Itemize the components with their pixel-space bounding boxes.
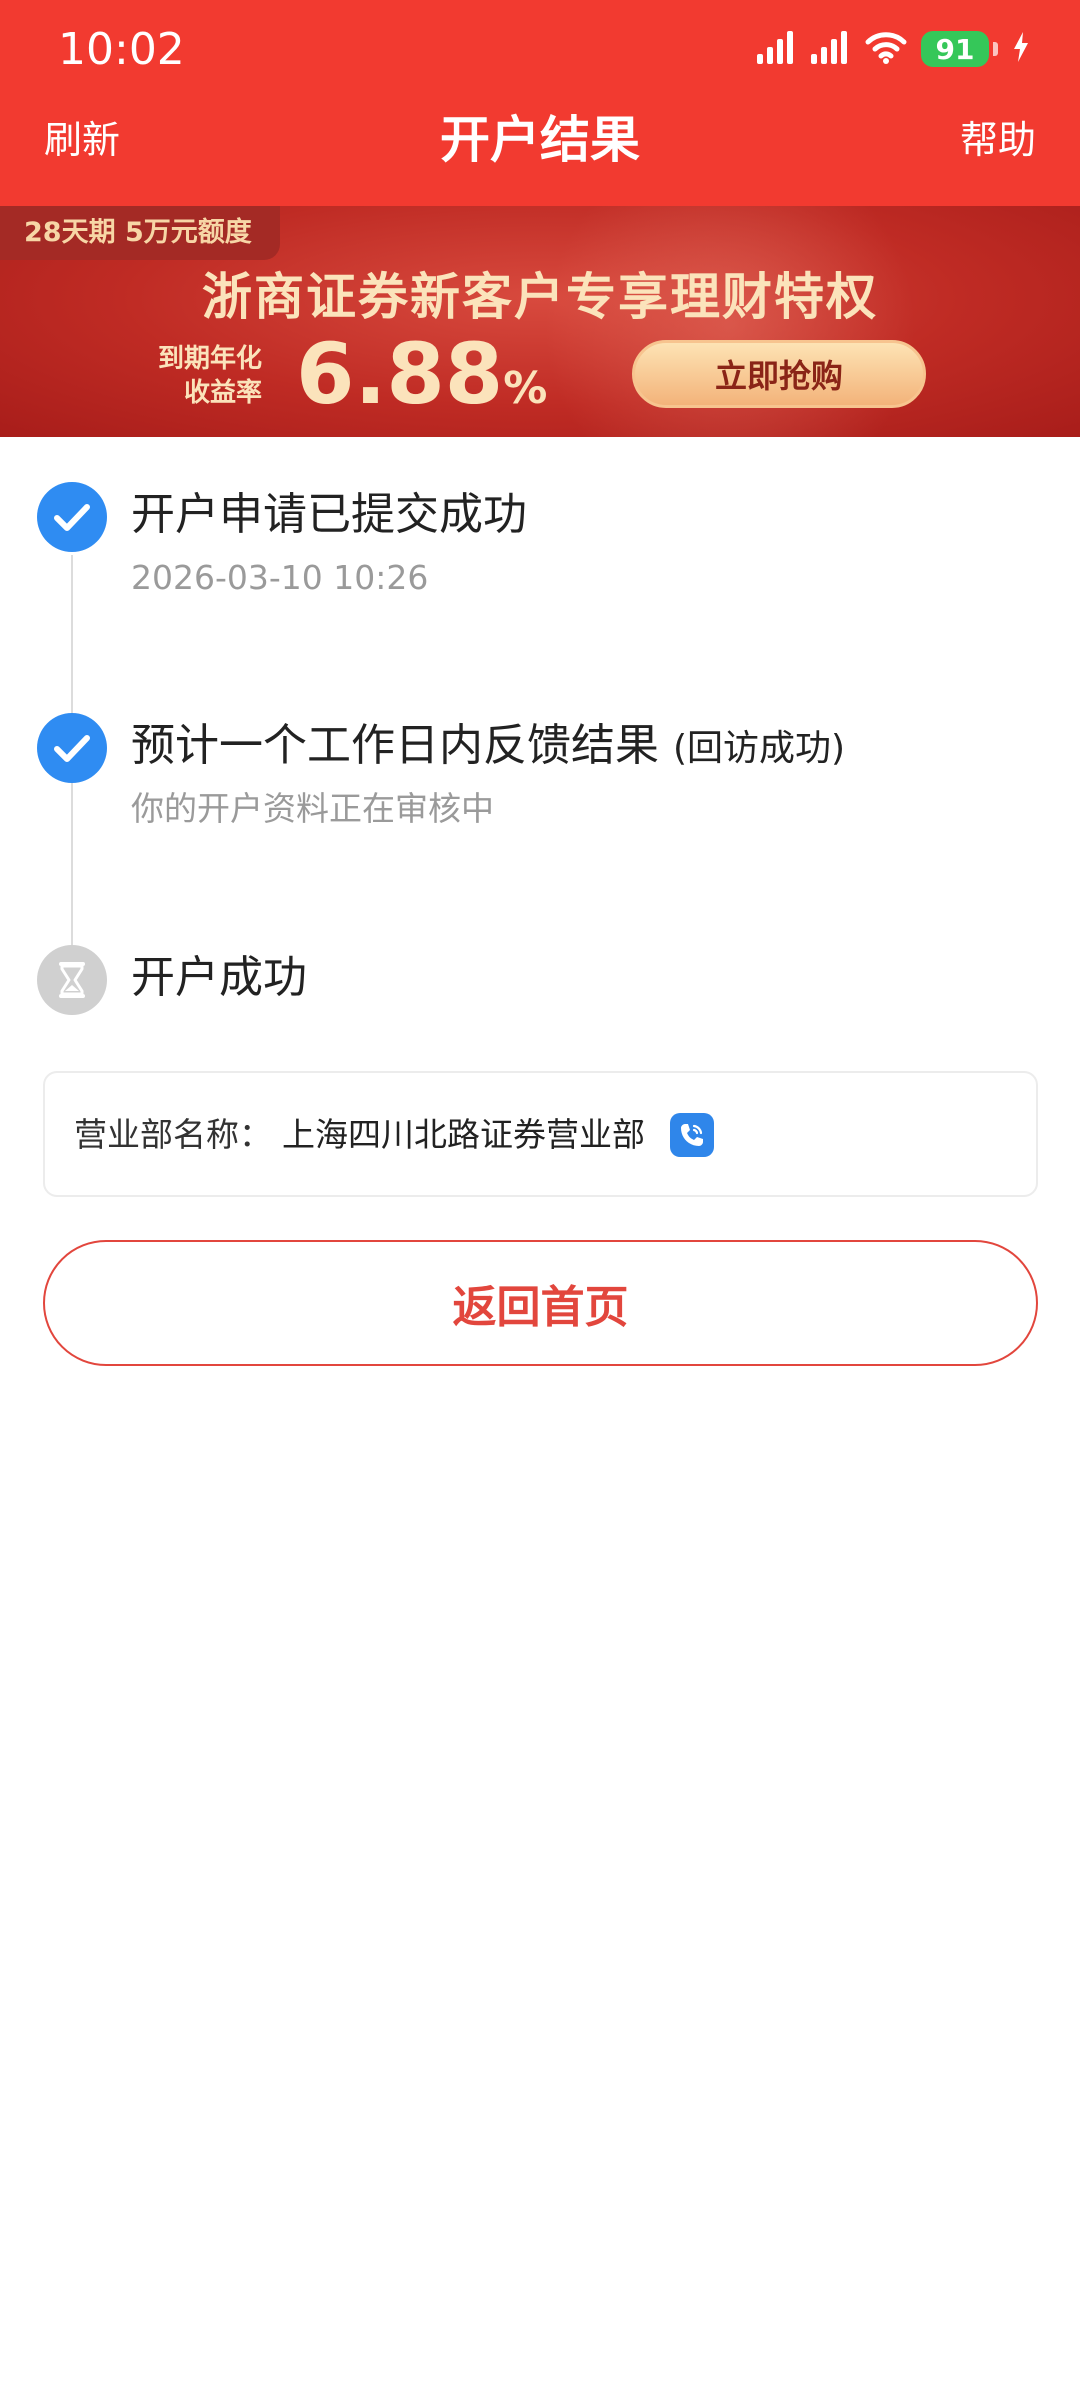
banner-rate: 6.88% — [296, 324, 547, 437]
check-icon — [37, 713, 107, 783]
timeline-step-title-main: 预计一个工作日内反馈结果 — [131, 720, 659, 771]
hourglass-icon — [37, 945, 107, 1015]
phone-icon[interactable] — [670, 1113, 714, 1157]
timeline-step-title: 预计一个工作日内反馈结果 (回访成功) — [131, 718, 845, 777]
timeline-step-subtitle: 你的开户资料正在审核中 — [131, 789, 494, 828]
banner-tag: 28天期 5万元额度 — [0, 206, 280, 260]
charging-icon — [1012, 32, 1030, 66]
timeline-step-subtitle: 2026-03-10 10:26 — [131, 558, 429, 597]
banner-headline: 浙商证券新客户专享理财特权 — [202, 267, 878, 326]
banner-yield-label-line1: 到期年化 — [157, 344, 262, 374]
battery-level: 91 — [935, 32, 975, 66]
timeline-step-title: 开户成功 — [131, 952, 307, 1003]
help-button[interactable]: 帮助 — [960, 116, 1036, 164]
wifi-icon — [865, 30, 907, 68]
back-to-home-button[interactable]: 返回首页 — [43, 1240, 1038, 1366]
top-bar: 10:02 91 刷新 开户结果 帮助 — [0, 0, 1080, 206]
buy-now-button[interactable]: 立即抢购 — [632, 340, 926, 408]
signal-icon — [757, 30, 797, 68]
timeline-step-title: 开户申请已提交成功 — [131, 489, 527, 540]
banner-rate-value: 6.88 — [296, 325, 504, 423]
status-icons: 91 — [757, 24, 1030, 74]
progress-timeline: 开户申请已提交成功 2026-03-10 10:26 预计一个工作日内反馈结果 … — [0, 437, 1080, 1057]
battery-icon: 91 — [921, 31, 989, 67]
timeline-step-title-suffix: (回访成功) — [673, 728, 846, 769]
branch-name: 上海四川北路证券营业部 — [282, 1115, 645, 1154]
promo-banner[interactable]: 28天期 5万元额度 浙商证券新客户专享理财特权 到期年化 收益率 6.88% … — [0, 206, 1080, 437]
banner-yield-label-line2: 收益率 — [183, 378, 262, 408]
banner-rate-suffix: % — [503, 363, 548, 414]
branch-label: 营业部名称： — [74, 1115, 272, 1154]
battery-tip — [993, 42, 998, 56]
branch-info-card: 营业部名称： 上海四川北路证券营业部 — [43, 1071, 1038, 1197]
status-time: 10:02 — [58, 24, 185, 75]
page-title: 开户结果 — [440, 111, 640, 169]
signal-icon — [811, 30, 851, 68]
banner-yield-label: 到期年化 收益率 — [122, 342, 262, 410]
check-icon — [37, 482, 107, 552]
